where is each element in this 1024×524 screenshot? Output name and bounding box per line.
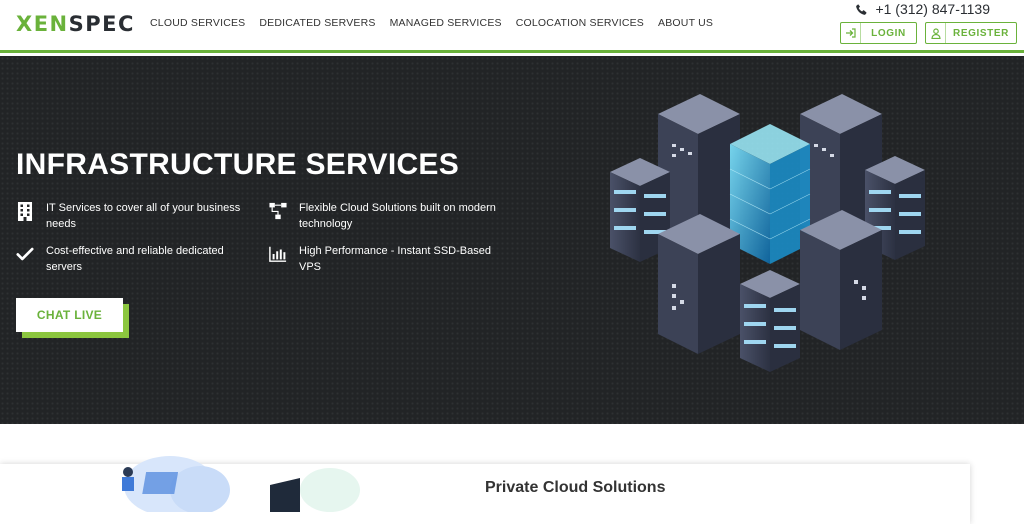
nav-dedicated-servers[interactable]: DEDICATED SERVERS	[259, 17, 375, 29]
login-button[interactable]: LOGIN	[840, 22, 917, 44]
site-header: XENSPEC CLOUD SERVICES DEDICATED SERVERS…	[0, 0, 1024, 53]
feature-text: Flexible Cloud Solutions built on modern…	[299, 202, 496, 230]
register-label: REGISTER	[953, 27, 1009, 39]
hero-title: INFRASTRUCTURE SERVICES	[16, 148, 460, 181]
phone-number[interactable]: +1 (312) 847-1139	[855, 1, 990, 17]
cloud-illustration	[122, 456, 360, 512]
bar-chart-icon	[269, 243, 287, 265]
chat-live-wrap: CHAT LIVE	[16, 298, 129, 338]
chat-live-button[interactable]: CHAT LIVE	[16, 298, 123, 332]
main-nav: CLOUD SERVICES DEDICATED SERVERS MANAGED…	[150, 17, 727, 29]
nav-about-us[interactable]: ABOUT US	[658, 17, 713, 29]
network-icon	[269, 200, 287, 222]
section-title: Private Cloud Solutions	[485, 479, 666, 496]
login-icon	[841, 23, 861, 43]
feature-dedicated-servers: Cost-effective and reliable dedicated se…	[16, 243, 256, 275]
register-button[interactable]: REGISTER	[925, 22, 1017, 44]
checkmark-icon	[16, 243, 34, 265]
logo-xen: XEN	[16, 12, 69, 36]
feature-it-services: IT Services to cover all of your busines…	[16, 200, 256, 232]
login-label: LOGIN	[871, 27, 906, 39]
nav-managed-services[interactable]: MANAGED SERVICES	[390, 17, 502, 29]
feature-text: High Performance - Instant SSD-Based VPS	[299, 245, 491, 273]
nav-cloud-services[interactable]: CLOUD SERVICES	[150, 17, 245, 29]
phone-icon	[856, 3, 867, 15]
server-cluster-illustration	[610, 94, 925, 372]
feature-text: Cost-effective and reliable dedicated se…	[46, 245, 224, 273]
feature-vps: High Performance - Instant SSD-Based VPS	[269, 243, 509, 275]
phone-text: +1 (312) 847-1139	[875, 1, 990, 17]
hero-banner: INFRASTRUCTURE SERVICES IT Services to c…	[0, 56, 1024, 424]
user-icon	[926, 23, 946, 43]
feature-text: IT Services to cover all of your busines…	[46, 202, 241, 230]
private-cloud-section: Private Cloud Solutions	[0, 424, 1024, 524]
nav-colocation-services[interactable]: COLOCATION SERVICES	[516, 17, 644, 29]
building-icon	[16, 200, 34, 222]
private-cloud-card: Private Cloud Solutions	[0, 456, 970, 524]
logo[interactable]: XENSPEC	[16, 12, 135, 36]
logo-spec: SPEC	[68, 12, 135, 36]
feature-cloud-solutions: Flexible Cloud Solutions built on modern…	[269, 200, 509, 232]
